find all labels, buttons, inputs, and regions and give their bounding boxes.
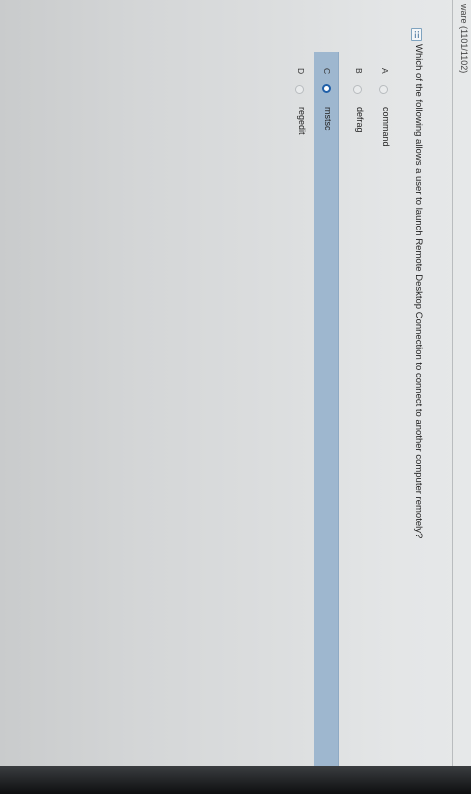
- question-list-icon: [411, 28, 422, 41]
- radio-button[interactable]: [295, 85, 304, 94]
- quiz-content: ware (1101/1102) Which of the following …: [0, 0, 471, 770]
- choice-d[interactable]: D regedit: [293, 0, 307, 766]
- choice-a[interactable]: A command: [377, 0, 391, 766]
- course-title: ware (1101/1102): [459, 4, 469, 74]
- choice-letter: C: [322, 68, 332, 75]
- question-text: Which of the following allows a user to …: [413, 44, 424, 539]
- choice-label: defrag: [355, 107, 365, 133]
- choice-label: command: [381, 107, 391, 147]
- choice-b[interactable]: B defrag: [351, 0, 365, 766]
- choice-letter: B: [354, 68, 364, 74]
- choice-label: regedit: [297, 107, 307, 135]
- radio-button-selected[interactable]: [322, 84, 331, 93]
- header-divider: [452, 0, 453, 766]
- screen-bezel: [0, 766, 471, 794]
- choice-letter: A: [380, 68, 390, 74]
- choice-letter: D: [296, 68, 306, 75]
- radio-button[interactable]: [379, 85, 388, 94]
- radio-button[interactable]: [353, 85, 362, 94]
- choice-label: mstsc: [323, 107, 333, 131]
- choice-c[interactable]: C mstsc: [314, 52, 339, 770]
